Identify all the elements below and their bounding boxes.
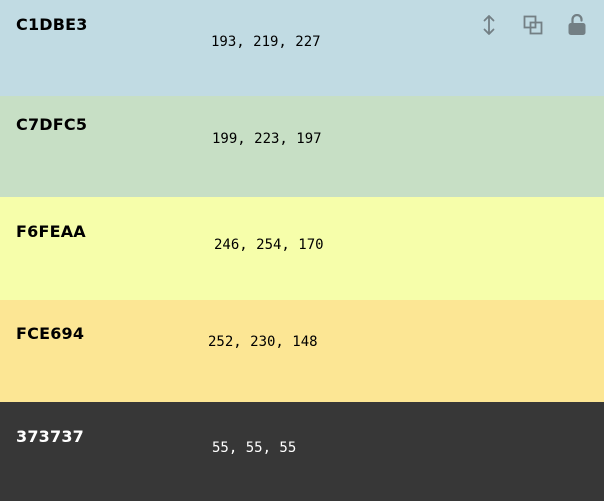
swatch-rgb-value: 252, 230, 148 [208, 334, 318, 350]
swatch-c7dfc5[interactable]: C7DFC5 199, 223, 197 [0, 96, 604, 197]
swatch-c1dbe3[interactable]: C1DBE3 193, 219, 227 [0, 0, 604, 96]
swatch-hex-code[interactable]: F6FEAA [16, 222, 86, 242]
swatch-f6feaa[interactable]: F6FEAA 246, 254, 170 [0, 197, 604, 300]
swatch-rgb-value: 246, 254, 170 [214, 237, 324, 253]
swatch-hex-code[interactable]: C1DBE3 [16, 15, 88, 35]
swatch-toolbar [478, 14, 588, 36]
swatch-rgb-value: 199, 223, 197 [212, 131, 322, 147]
swatch-hex-code[interactable]: FCE694 [16, 324, 84, 344]
swatch-rgb-value: 55, 55, 55 [212, 440, 297, 456]
copy-icon[interactable] [522, 14, 544, 36]
swatch-rgb-value: 193, 219, 227 [211, 34, 321, 50]
drag-handle-icon[interactable] [478, 14, 500, 36]
swatch-373737[interactable]: 373737 55, 55, 55 [0, 402, 604, 501]
swatch-hex-code[interactable]: C7DFC5 [16, 115, 87, 135]
swatch-hex-code[interactable]: 373737 [16, 427, 84, 447]
swatch-fce694[interactable]: FCE694 252, 230, 148 [0, 300, 604, 402]
color-palette: C1DBE3 193, 219, 227 C7DFC5 199, 223, 19… [0, 0, 604, 501]
unlock-icon[interactable] [566, 14, 588, 36]
